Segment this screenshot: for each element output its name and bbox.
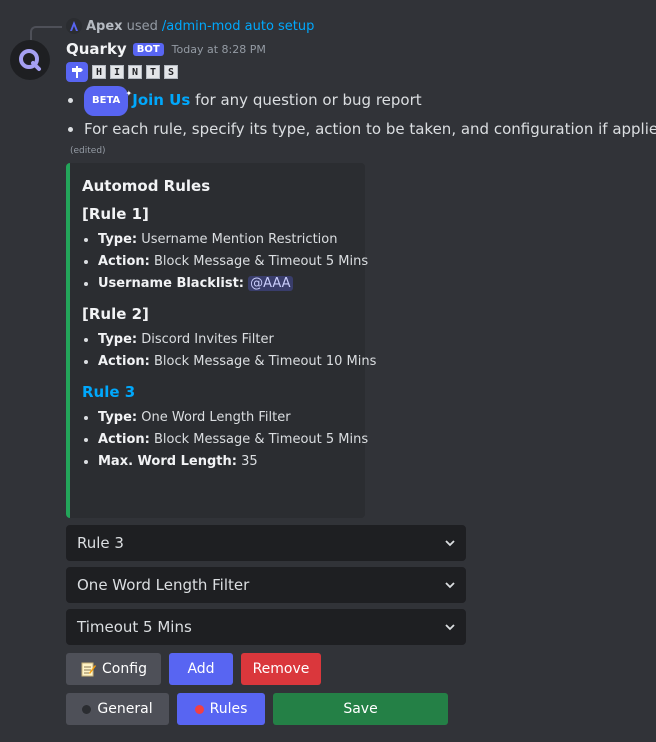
- chevron-down-icon: [445, 540, 455, 547]
- memo-icon: [81, 662, 97, 677]
- rule-details: Type: Username Mention Restriction Actio…: [82, 229, 368, 295]
- list-item: Action: Block Message & Timeout 5 Mins: [98, 429, 368, 451]
- black-circle-icon: [82, 704, 92, 714]
- hint-letter: I: [110, 65, 124, 79]
- reply-command[interactable]: /admin-mod auto setup: [162, 19, 315, 34]
- type-select-value: One Word Length Filter: [77, 576, 250, 594]
- remove-button[interactable]: Remove: [241, 653, 321, 685]
- config-button[interactable]: Config: [66, 653, 161, 685]
- beta-badge: BETA ✦: [84, 86, 132, 116]
- author-name[interactable]: Quarky: [66, 40, 127, 58]
- reply-reference[interactable]: Apex used /admin-mod auto setup: [66, 18, 314, 34]
- list-item: Action: Block Message & Timeout 5 Mins: [98, 251, 368, 273]
- sparkle-icon: ✦: [125, 89, 133, 98]
- rule-heading: [Rule 1]: [82, 205, 149, 223]
- bot-badge: BOT: [132, 42, 164, 56]
- quarky-logo-icon: [19, 49, 41, 71]
- reply-used-text: used: [126, 18, 158, 34]
- rules-button[interactable]: Rules: [177, 693, 265, 725]
- save-button[interactable]: Save: [273, 693, 448, 725]
- hint-letter: H: [92, 65, 106, 79]
- user-mention[interactable]: @AAA: [248, 276, 293, 291]
- list-item: Max. Word Length: 35: [98, 451, 353, 473]
- hint-letter: S: [164, 65, 178, 79]
- red-circle-icon: [194, 704, 204, 714]
- hint-letter: N: [128, 65, 142, 79]
- list-item: For each rule, specify its type, action …: [84, 116, 656, 142]
- rule-heading: [Rule 2]: [82, 305, 149, 323]
- message-bullets: BETA✦Join Us for any question or bug rep…: [66, 86, 656, 142]
- list-item: Type: Username Mention Restriction: [98, 229, 353, 251]
- rule-details: Type: One Word Length Filter Action: Blo…: [82, 407, 368, 473]
- automod-rules-embed: Automod Rules [Rule 1] Type: Username Me…: [66, 163, 376, 518]
- rule-select[interactable]: Rule 3: [66, 525, 466, 561]
- join-rest-text: for any question or bug report: [195, 91, 422, 109]
- rule-select-value: Rule 3: [77, 534, 124, 552]
- list-item: BETA✦Join Us for any question or bug rep…: [84, 86, 656, 116]
- action-select-value: Timeout 5 Mins: [77, 618, 192, 636]
- edited-label[interactable]: (edited): [70, 146, 106, 156]
- rule-heading-selected: Rule 3: [82, 383, 136, 401]
- message-header: Quarky BOT Today at 8:28 PM: [66, 40, 266, 58]
- hints-emoji-row: H I N T S: [66, 62, 178, 82]
- list-item: Username Blacklist: @AAA: [98, 273, 353, 295]
- hint-letter: T: [146, 65, 160, 79]
- reply-username[interactable]: Apex: [86, 19, 123, 34]
- apex-avatar-icon[interactable]: [66, 18, 82, 34]
- action-select[interactable]: Timeout 5 Mins: [66, 609, 466, 645]
- chevron-down-icon: [445, 582, 455, 589]
- quarky-avatar[interactable]: [10, 40, 50, 80]
- list-item: Type: Discord Invites Filter: [98, 329, 353, 351]
- add-button[interactable]: Add: [169, 653, 233, 685]
- reply-connector: [30, 26, 62, 40]
- list-item: Action: Block Message & Timeout 10 Mins: [98, 351, 376, 373]
- join-us-link[interactable]: Join Us: [132, 91, 190, 109]
- general-button[interactable]: General: [66, 693, 169, 725]
- list-item: Type: One Word Length Filter: [98, 407, 353, 429]
- rule-details: Type: Discord Invites Filter Action: Blo…: [82, 329, 376, 373]
- embed-title: Automod Rules: [82, 177, 211, 195]
- type-select[interactable]: One Word Length Filter: [66, 567, 466, 603]
- message-timestamp[interactable]: Today at 8:28 PM: [172, 43, 266, 56]
- chevron-down-icon: [445, 624, 455, 631]
- signpost-icon: [66, 62, 88, 82]
